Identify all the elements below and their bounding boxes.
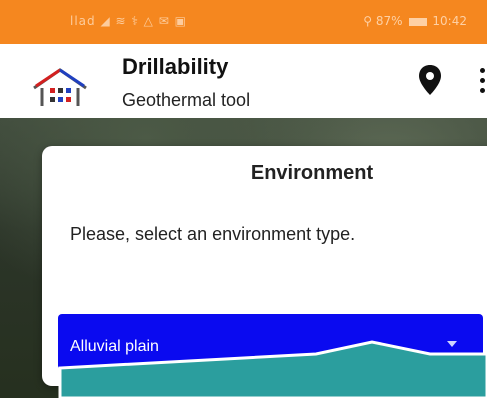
app-bar: Drillability Geothermal tool bbox=[0, 44, 487, 118]
teal-overlay-shape bbox=[58, 340, 487, 398]
status-bar: llad ◢ ≋ ⚕ △ ✉ ▣ ⚲ 87% 10:42 bbox=[0, 0, 487, 44]
dialog-message: Please, select an environment type. bbox=[70, 224, 356, 244]
more-vertical-icon[interactable] bbox=[478, 68, 487, 96]
status-icons: llad ◢ ≋ ⚕ △ ✉ ▣ bbox=[70, 14, 187, 28]
app-subtitle: Geothermal tool bbox=[122, 90, 251, 110]
app-logo-house-icon bbox=[33, 68, 87, 106]
app-title: Drillability bbox=[122, 54, 229, 79]
dialog-title: Environment bbox=[250, 162, 374, 184]
battery-icon bbox=[408, 17, 427, 26]
status-right: ⚲ 87% 10:42 bbox=[363, 14, 467, 28]
location-status-icon: ⚲ bbox=[363, 14, 373, 28]
battery-percent: 87% bbox=[375, 14, 403, 28]
clock: 10:42 bbox=[432, 14, 467, 28]
location-pin-icon[interactable] bbox=[418, 64, 442, 96]
